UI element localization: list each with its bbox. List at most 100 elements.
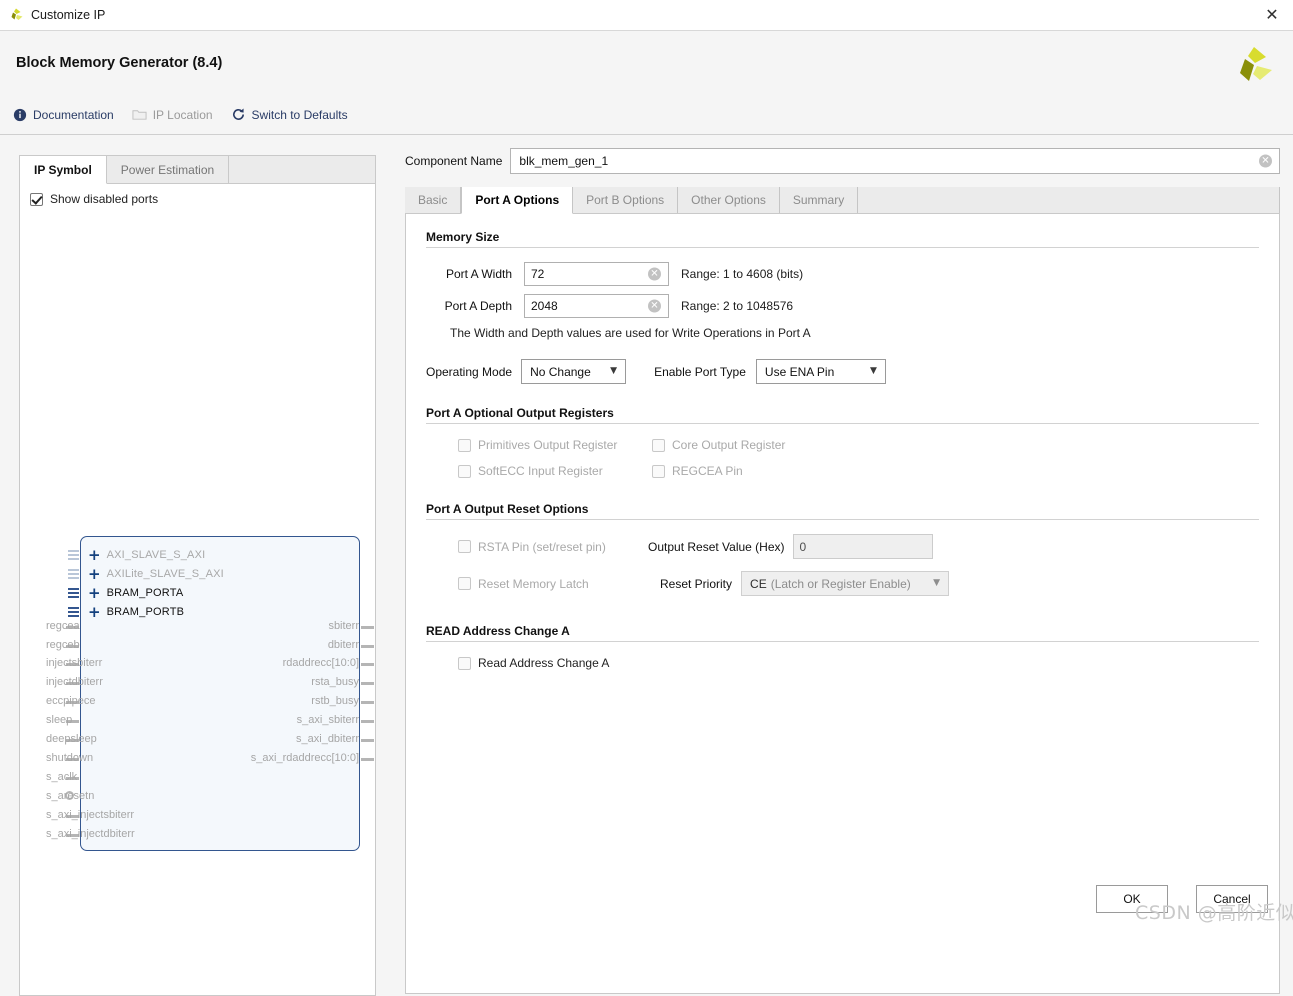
checkbox-regcea-pin[interactable]: REGCEA Pin [652,464,743,478]
tab-ip-symbol-label: IP Symbol [34,162,92,177]
info-icon [12,107,27,122]
read-address-change-a-checkbox[interactable] [458,656,471,670]
output-reset-row-1: RSTA Pin (set/reset pin) Output Reset Va… [458,534,1259,559]
link-ip-location[interactable]: IP Location [132,107,213,122]
close-icon[interactable]: ✕ [1261,4,1283,26]
expand-plus-icon[interactable]: + [88,547,101,563]
core-output-register-checkbox[interactable] [652,438,665,452]
checkbox-softecc-input-register[interactable]: SoftECC Input Register [458,464,638,478]
cancel-button[interactable]: Cancel [1196,885,1268,913]
checkbox-core-output-register[interactable]: Core Output Register [652,438,785,452]
reset-priority-select[interactable]: CE (Latch or Register Enable) ▼ [741,571,950,596]
pin-label-regcea: regcea [46,620,80,632]
tab-port-b-options[interactable]: Port B Options [573,187,679,213]
primitives-output-register-label: Primitives Output Register [478,438,618,452]
pin-dash [361,739,374,742]
bus-row-bram-porta[interactable]: + BRAM_PORTA [88,584,183,602]
pin-label-rstb-busy: rstb_busy [311,695,359,707]
tab-other-options[interactable]: Other Options [678,187,780,213]
tab-power-estimation[interactable]: Power Estimation [107,156,230,183]
tab-ip-symbol[interactable]: IP Symbol [20,156,107,184]
reset-priority-value-main: CE [750,576,767,591]
clear-circle-icon[interactable]: ✕ [648,299,661,313]
tab-summary-label: Summary [792,193,845,207]
pin-label-s-axi-sbiterr: s_axi_sbiterr [296,714,359,726]
pin-label-injectsbiterr: injectsbiterr [46,657,103,669]
clear-circle-icon[interactable]: ✕ [1259,154,1272,168]
tab-summary[interactable]: Summary [780,187,859,213]
component-name-label: Component Name [405,154,503,168]
bus-label-bram-porta: BRAM_PORTA [106,587,184,599]
pin-label-sbiterr: sbiterr [328,620,359,632]
expand-plus-icon[interactable]: + [88,604,101,620]
softecc-input-register-checkbox[interactable] [458,464,471,478]
chevron-down-icon: ▼ [933,578,941,588]
bus-row-axilite-slave[interactable]: + AXILite_SLAVE_S_AXI [88,565,224,583]
checkbox-primitives-output-register[interactable]: Primitives Output Register [458,438,638,452]
checkbox-rsta-pin[interactable]: RSTA Pin (set/reset pin) [458,540,638,554]
page-title: Block Memory Generator (8.4) [16,55,223,71]
chevron-down-icon: ▼ [869,366,877,376]
tab-basic[interactable]: Basic [405,187,462,213]
dialog-header: Block Memory Generator (8.4) Documentati… [0,31,1293,135]
show-disabled-ports-checkbox[interactable] [30,192,43,206]
pin-label-s-axi-injectdbiterr: s_axi_injectdbiterr [46,828,135,840]
softecc-input-register-label: SoftECC Input Register [478,464,603,478]
expand-plus-icon[interactable]: + [88,566,101,582]
port-a-depth-input[interactable]: 2048 ✕ [524,294,669,318]
bus-stub-axilite-slave [68,569,79,583]
regcea-pin-checkbox[interactable] [652,464,665,478]
xilinx-logo-icon [8,7,24,23]
bus-row-bram-portb[interactable]: + BRAM_PORTB [88,603,184,621]
show-disabled-ports-row[interactable]: Show disabled ports [20,184,375,206]
enable-port-type-value: Use ENA Pin [764,364,835,379]
pin-label-s-aclk: s_aclk [46,771,78,783]
output-reset-value-input[interactable]: 0 [792,534,933,559]
checkbox-reset-memory-latch[interactable]: Reset Memory Latch [458,577,638,591]
port-a-width-value: 72 [531,267,545,281]
dialog-body: IP Symbol Power Estimation Show disabled… [0,136,1293,996]
port-a-depth-range: Range: 2 to 1048576 [681,299,794,313]
expand-plus-icon[interactable]: + [88,585,101,601]
link-switch-to-defaults[interactable]: Switch to Defaults [231,107,348,122]
pin-label-s-aresetn: s_aresetn [46,790,95,802]
pin-label-s-axi-dbiterr: s_axi_dbiterr [296,733,359,745]
output-reset-value-label: Output Reset Value (Hex) [648,539,785,554]
bus-stub-bram-porta [68,588,79,602]
section-output-reset-title: Port A Output Reset Options [426,502,589,516]
reset-priority-label: Reset Priority [660,576,733,591]
pin-label-sleep: sleep [46,714,73,726]
clear-circle-icon[interactable]: ✕ [648,267,661,281]
operating-mode-row: Operating Mode No Change ▼ Enable Port T… [426,359,1259,384]
read-address-change-a-label: Read Address Change A [478,656,610,670]
ok-button-label: OK [1123,892,1141,906]
bus-row-axi-slave[interactable]: + AXI_SLAVE_S_AXI [88,546,205,564]
bus-stub-bram-portb [68,607,79,621]
memory-size-hint: The Width and Depth values are used for … [450,326,811,340]
section-divider [426,247,1259,248]
reset-memory-latch-checkbox[interactable] [458,577,471,590]
ok-button[interactable]: OK [1096,885,1168,913]
link-documentation-label: Documentation [33,107,114,122]
output-reset-value-text: 0 [799,539,807,554]
tab-port-a-options[interactable]: Port A Options [461,187,574,214]
window-title: Customize IP [31,8,106,22]
pin-dash [361,663,374,666]
primitives-output-register-checkbox[interactable] [458,438,471,452]
port-a-width-input[interactable]: 72 ✕ [524,262,669,286]
tab-basic-label: Basic [418,193,448,207]
enable-port-type-select[interactable]: Use ENA Pin ▼ [755,359,886,384]
pin-label-rsta-busy: rsta_busy [311,676,359,688]
ip-symbol-diagram: + AXI_SLAVE_S_AXI + AXILite_SLAVE_S_AXI … [20,216,375,916]
operating-mode-select[interactable]: No Change ▼ [521,359,627,384]
pin-dash [361,645,374,648]
section-read-address-change-title: READ Address Change A [426,624,570,638]
xilinx-brand-logo-icon [1233,45,1273,87]
component-name-input[interactable]: blk_mem_gen_1 ✕ [510,148,1280,174]
checkbox-read-address-change-a[interactable]: Read Address Change A [458,656,1259,670]
window-titlebar: Customize IP ✕ [0,0,1293,31]
link-documentation[interactable]: Documentation [12,107,114,122]
rsta-pin-checkbox[interactable] [458,540,471,553]
section-divider [426,519,1259,520]
tab-power-estimation-label: Power Estimation [120,162,215,177]
